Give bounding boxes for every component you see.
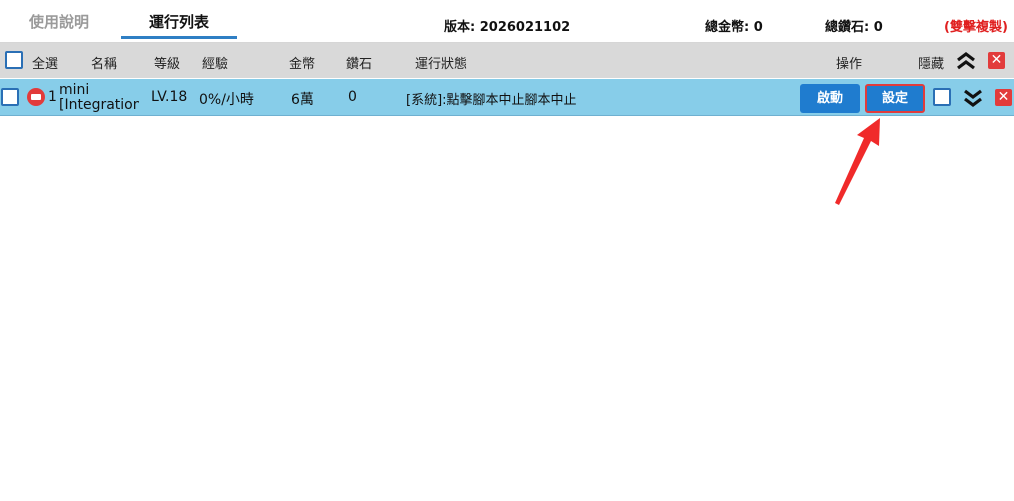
header-select-all: 全選 (32, 57, 59, 72)
row-checkbox[interactable] (1, 88, 19, 106)
close-all-button[interactable]: ✕ (988, 52, 1005, 69)
header-hide: 隱藏 (918, 57, 945, 72)
start-button[interactable]: 啟動 (800, 84, 860, 113)
total-coins-label: 總金幣: 0 (705, 20, 763, 35)
row-diamonds: 0 (348, 89, 357, 105)
table-header: 全選 名稱 等級 經驗 金幣 鑽石 運行狀態 操作 隱藏 ✕ (0, 43, 1014, 78)
row-name: mini [Integration (59, 83, 139, 113)
header-actions: 操作 (836, 57, 863, 72)
table-row[interactable]: 1 mini [Integration LV.18 0%/小時 6萬 0 [系統… (0, 79, 1014, 116)
double-click-copy-hint[interactable]: (雙擊複製) (944, 16, 1008, 35)
header-level: 等級 (154, 57, 181, 72)
tab-help[interactable]: 使用說明 (29, 11, 89, 32)
header-exp: 經驗 (202, 57, 229, 72)
header-status: 運行狀態 (415, 57, 468, 72)
row-close-button[interactable]: ✕ (995, 89, 1012, 106)
header-coins: 金幣 (289, 57, 316, 72)
row-exp: 0%/小時 (199, 92, 254, 108)
settings-button[interactable]: 設定 (865, 84, 925, 113)
row-level: LV.18 (151, 89, 188, 105)
header-name: 名稱 (91, 57, 118, 72)
double-chevron-up-icon[interactable] (955, 51, 977, 71)
double-chevron-down-icon[interactable] (962, 88, 984, 108)
row-coins: 6萬 (291, 92, 314, 108)
header-diamonds: 鑽石 (346, 57, 373, 72)
top-bar: 使用說明 運行列表 版本: 2026021102 總金幣: 0 總鑽石: 0 (… (0, 0, 1014, 43)
close-icon: ✕ (990, 52, 1003, 68)
tab-run-list[interactable]: 運行列表 (149, 11, 209, 32)
version-label: 版本: 2026021102 (444, 20, 571, 35)
active-tab-indicator (121, 36, 237, 39)
total-diamonds-label: 總鑽石: 0 (825, 20, 883, 35)
row-hide-checkbox[interactable] (933, 88, 951, 106)
row-status: [系統]:點擊腳本中止腳本中止 (406, 93, 577, 108)
close-icon: ✕ (997, 89, 1010, 105)
row-index: 1 (48, 89, 57, 105)
select-all-checkbox[interactable] (5, 51, 23, 69)
stop-status-icon (27, 88, 45, 106)
